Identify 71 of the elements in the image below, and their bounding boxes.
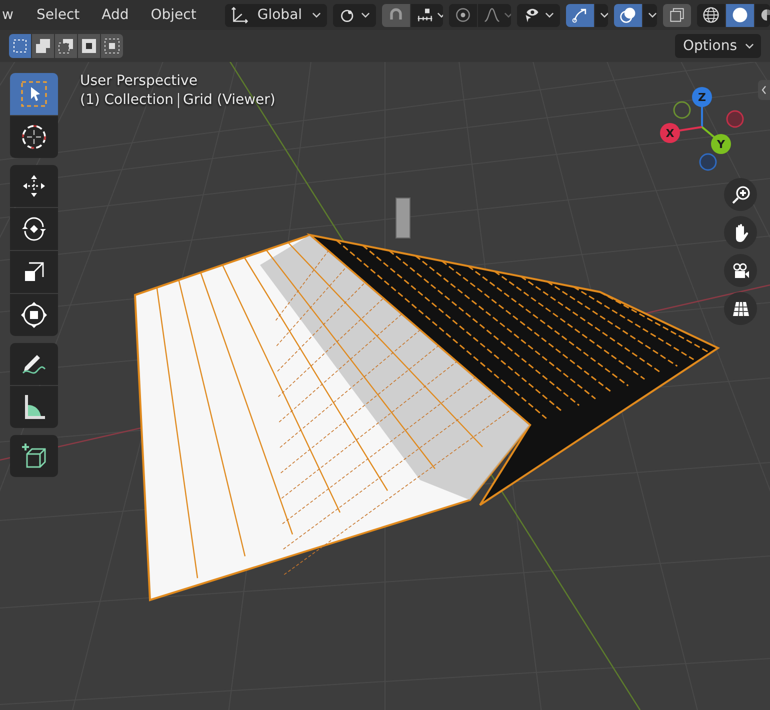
magnifier-plus-icon [730, 184, 750, 204]
tool-button[interactable] [10, 208, 58, 250]
falloff-dropdown[interactable] [478, 4, 511, 26]
selection-mode-icon [35, 38, 51, 54]
chevron-left-icon [761, 85, 767, 95]
sidebar-toggle[interactable] [758, 80, 770, 100]
circle-dot-icon [454, 6, 472, 24]
caret-icon [600, 12, 608, 18]
snap-toggle[interactable] [382, 4, 410, 26]
tool-button[interactable] [10, 116, 58, 158]
pivot-dropdown[interactable] [333, 4, 376, 26]
camera-view-button[interactable] [724, 254, 757, 287]
increment-icon [416, 6, 434, 24]
selection-mode-button[interactable] [101, 34, 123, 58]
caret-icon [437, 12, 444, 18]
proportional-editing-toggle[interactable] [449, 4, 478, 26]
xray-toggle[interactable] [663, 4, 692, 26]
selection-mode-icon [104, 38, 120, 54]
tool-button[interactable] [10, 294, 58, 336]
tool-button[interactable] [10, 251, 58, 293]
tool-button[interactable] [10, 343, 58, 385]
movie-camera-icon [730, 260, 750, 280]
curved-arrow-icon [570, 6, 589, 24]
tool-button[interactable] [10, 165, 58, 207]
collection-label: (1) Collection [80, 92, 174, 108]
cursor-icon [19, 122, 49, 152]
orientation-dropdown[interactable]: Global [225, 4, 328, 26]
selection-mode-icon [81, 38, 97, 54]
selection-mode-button[interactable] [9, 34, 31, 58]
gizmo-toggle[interactable] [566, 4, 594, 26]
caret-icon [544, 12, 554, 18]
stacked-squares-icon [668, 6, 686, 24]
visibility-dropdown[interactable] [516, 4, 560, 26]
tool-button[interactable] [10, 386, 58, 428]
caret-icon [648, 12, 658, 18]
navigation-gizmo[interactable]: Z X Y [657, 80, 757, 180]
caret-icon [361, 12, 370, 18]
selection-mode-icon [12, 38, 28, 54]
menu-item[interactable]: Object [142, 7, 206, 23]
overlay-toggle[interactable] [614, 4, 642, 26]
pan-button[interactable] [724, 216, 757, 249]
projection-toggle-button[interactable] [724, 292, 757, 325]
shading-mode-button[interactable] [697, 4, 726, 26]
solid-sphere-icon [731, 6, 750, 24]
caret-icon [312, 12, 322, 18]
options-dropdown[interactable]: Options [674, 34, 761, 58]
selection-mode-button[interactable] [55, 34, 77, 58]
shading-mode-button[interactable] [726, 4, 754, 26]
3d-viewport[interactable]: Options User Perspective (1) Collection Grid (Viewer) Z X Y [0, 30, 770, 710]
overlapping-circles-icon [619, 6, 638, 24]
menu-item[interactable]: Select [27, 7, 89, 23]
caret-icon [745, 43, 754, 49]
snap-target-dropdown[interactable] [411, 4, 444, 26]
gizmo-dropdown[interactable] [594, 4, 608, 26]
overlay-dropdown[interactable] [643, 4, 658, 26]
tool-button[interactable] [10, 435, 58, 477]
caret-icon [504, 12, 511, 18]
selection-mode-button[interactable] [32, 34, 54, 58]
view-name-label: User Perspective [80, 73, 198, 89]
selection-mode-button[interactable] [78, 34, 100, 58]
add-cube-icon [19, 441, 49, 471]
transform-icon [19, 300, 49, 330]
object-name-label: Grid (Viewer) [183, 92, 276, 108]
menu-item[interactable]: w [0, 7, 24, 23]
bell-curve-icon [483, 6, 502, 24]
zoom-button[interactable] [724, 178, 757, 211]
menu-item[interactable]: Add [92, 7, 138, 23]
selection-mode-icon [58, 38, 74, 54]
wireframe-sphere-icon [702, 6, 720, 24]
select-box-icon [19, 79, 49, 109]
axes-icon [231, 6, 250, 24]
